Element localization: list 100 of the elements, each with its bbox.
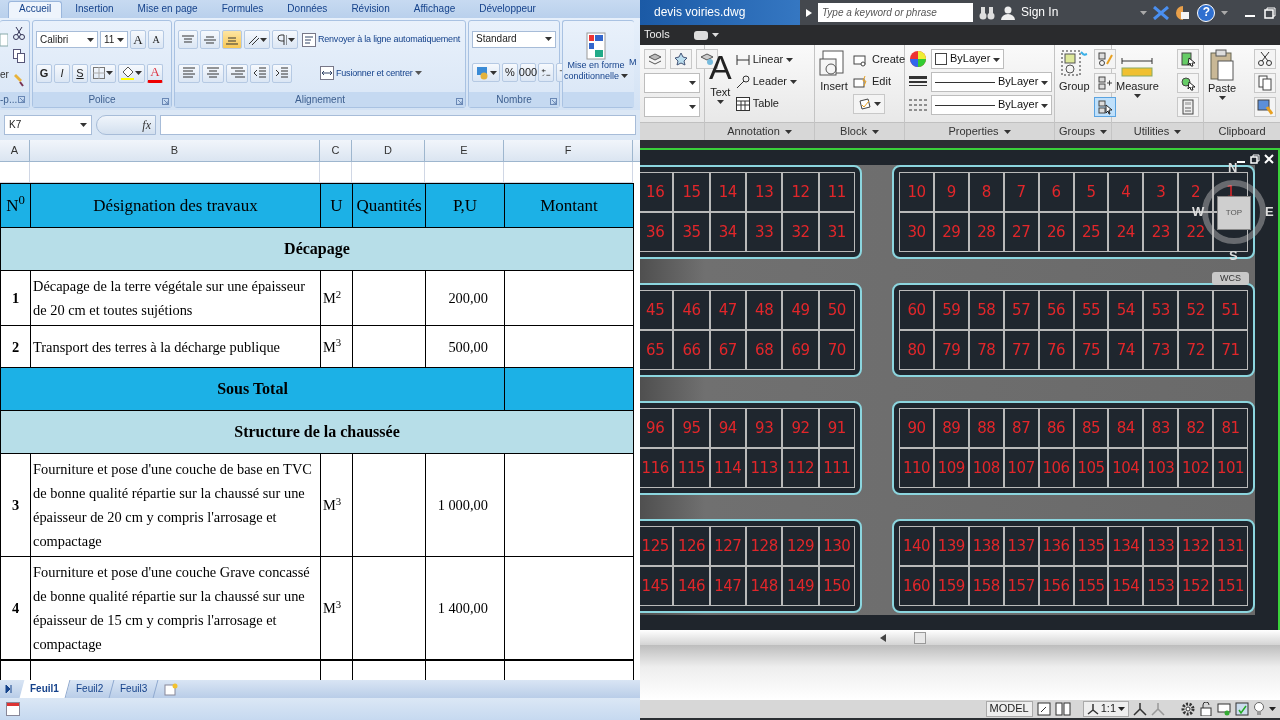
lock-icon[interactable] [1199,702,1213,716]
copy-icon[interactable] [12,49,25,64]
font-color-button[interactable]: A [147,63,163,83]
font-name-field[interactable]: Calibri [36,31,98,49]
grow-font-button[interactable]: A [130,30,146,50]
align-left-icon[interactable] [181,66,197,81]
merge-center-button[interactable]: Fusionner et centrer [318,63,424,83]
wrap-text-button[interactable]: Renvoyer à la ligne automatiquement [299,30,462,50]
table-button[interactable]: Table [735,93,797,115]
font-size-field[interactable]: 11 [100,31,128,49]
ribbon-tab[interactable]: Insertion [64,1,125,18]
ribbon-tab[interactable]: Affichage [402,1,467,18]
annotation-visibility-icon[interactable] [1133,702,1147,716]
name-box[interactable]: K7 [4,115,92,135]
thousands-button[interactable]: 000 [520,63,536,83]
layer-star-icon[interactable] [673,51,689,67]
ungroup-icon[interactable] [1096,51,1113,67]
column-header[interactable]: B [30,140,320,161]
leader-button[interactable]: Leader [735,71,797,93]
align-center-icon[interactable] [205,66,221,81]
viewcube-face[interactable]: TOP [1217,196,1251,230]
cut-icon[interactable] [1257,51,1273,67]
copy-icon[interactable] [1257,75,1273,91]
dialog-launcher-icon[interactable] [456,97,463,105]
column-header[interactable]: F [504,140,633,161]
expand-arrow-icon[interactable] [806,8,812,17]
exchange-icon[interactable] [1153,5,1170,20]
calculator-icon[interactable] [1180,99,1196,115]
color-dropdown[interactable]: ByLayer [931,49,1005,69]
model-space-button[interactable]: MODEL [985,701,1033,717]
panel-title[interactable]: Annotation [727,124,780,139]
number-format-field[interactable]: Standard [472,30,556,48]
panel-title[interactable]: Clipboard [1218,124,1266,139]
scrollbar-thumb[interactable] [914,631,926,644]
edit-block-button[interactable]: Edit [853,71,906,93]
ribbon-tab[interactable]: Révision [340,1,401,18]
create-block-button[interactable]: Create [853,49,906,71]
group-edit-icon[interactable] [1096,75,1113,91]
column-header[interactable]: E [425,140,504,161]
select-similar-icon[interactable] [1180,75,1196,91]
app-store-icon[interactable] [1175,4,1192,21]
search-field[interactable]: Type a keyword or phrase [818,3,973,22]
currency-icon[interactable] [475,65,489,80]
insert-function-button[interactable]: fx [96,115,156,135]
align-middle-icon[interactable] [203,33,217,46]
paste-button[interactable]: Paste [1208,49,1237,101]
ribbon-tab[interactable]: Données [276,1,339,18]
brush-icon[interactable] [12,73,25,88]
italic-button[interactable]: I [54,63,70,83]
lineweight-dropdown[interactable]: ByLayer [931,72,1053,92]
insert-block-button[interactable]: Insert [819,49,849,94]
linetype-dropdown[interactable]: ByLayer [931,95,1053,115]
group-button[interactable]: Group [1059,49,1090,94]
paste-label[interactable]: er [0,69,9,82]
viewports-icon[interactable] [1054,702,1071,716]
ribbon-tab[interactable]: Formules [210,1,275,18]
column-header[interactable]: A [0,140,30,161]
panel-title[interactable]: Block [840,124,867,139]
ribbon-tab[interactable]: Développeur [468,1,547,18]
underline-button[interactable]: S [72,63,88,83]
align-top-icon[interactable] [181,33,195,46]
help-button[interactable]: ? [1197,3,1216,22]
gear-icon[interactable] [1181,702,1195,716]
block-attribute-icon[interactable] [857,97,872,111]
measure-button[interactable]: Measure [1116,57,1159,99]
borders-button[interactable] [90,63,116,83]
dialog-launcher-icon[interactable] [162,97,169,105]
column-header[interactable]: C [320,140,352,161]
match-properties-icon[interactable] [1257,99,1273,115]
ucs-menu[interactable]: WCS [1212,272,1249,285]
layout-icon[interactable] [1036,702,1051,716]
annotation-scale-button[interactable]: 1:1 [1082,701,1129,717]
bulb-icon[interactable] [1253,702,1265,716]
sign-in-link[interactable]: Sign In [1021,5,1059,20]
paragraph-icon[interactable] [274,33,287,46]
isolate-icon[interactable] [1235,702,1249,716]
dialog-launcher-icon[interactable] [550,97,557,105]
ribbon-tab[interactable]: Accueil [8,1,63,18]
text-tool-button[interactable]: A Text [709,49,732,105]
sheet-tab[interactable]: Feuil1 [19,680,71,698]
panel-title[interactable]: Groups [1058,124,1096,139]
sheet-nav-icon[interactable] [4,684,14,694]
panel-title[interactable]: Properties [948,124,999,139]
percent-button[interactable]: % [502,63,518,83]
scroll-left-icon[interactable] [880,633,886,642]
dialog-launcher-icon[interactable] [18,96,25,103]
shrink-font-button[interactable]: A [148,30,164,50]
compass-label[interactable]: E [1265,204,1274,220]
orientation-icon[interactable] [246,33,259,46]
fill-color-button[interactable] [118,63,145,83]
bold-button[interactable]: G [36,63,52,83]
column-header[interactable]: D [352,140,425,161]
binoculars-icon[interactable] [979,5,995,20]
decrease-indent-icon[interactable] [253,66,267,81]
layer-state-icon[interactable] [647,51,663,67]
linear-dimension-button[interactable]: Linear [735,49,797,71]
panel-title[interactable]: Utilities [1133,124,1170,139]
restore-icon[interactable] [1264,6,1276,19]
hardware-icon[interactable] [1217,702,1231,716]
restore-icon[interactable] [1250,154,1260,164]
